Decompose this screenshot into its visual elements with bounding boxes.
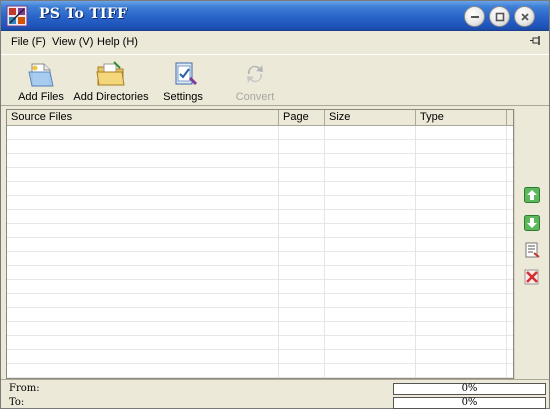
list-row: [7, 336, 513, 350]
list-row: [7, 196, 513, 210]
side-panel: [514, 109, 547, 379]
app-window: PS To TIFF File (F) View (V) Help (H) Ad…: [0, 0, 550, 409]
add-files-icon: [28, 63, 54, 87]
minimize-button[interactable]: [464, 6, 485, 27]
window-title: PS To TIFF: [39, 6, 128, 22]
app-icon: [6, 5, 28, 27]
properties-icon[interactable]: [524, 242, 540, 258]
column-divider: [324, 126, 325, 378]
status-panel: From: To: 0% 0%: [1, 379, 549, 409]
list-row: [7, 168, 513, 182]
to-progress-bar: 0%: [393, 397, 546, 409]
settings-icon: [175, 62, 198, 86]
list-rows: [7, 126, 513, 378]
list-row: [7, 266, 513, 280]
list-row: [7, 280, 513, 294]
delete-icon[interactable]: [524, 269, 540, 285]
maximize-icon: [495, 12, 504, 21]
list-row: [7, 210, 513, 224]
to-label: To:: [9, 397, 25, 408]
convert-label: Convert: [235, 91, 275, 103]
maximize-button[interactable]: [489, 6, 510, 27]
column-divider: [506, 126, 507, 378]
settings-label: Settings: [163, 91, 203, 103]
list-row: [7, 140, 513, 154]
menu-view[interactable]: View (V): [52, 36, 93, 48]
pin-icon[interactable]: [529, 35, 543, 47]
list-row: [7, 252, 513, 266]
list-row: [7, 238, 513, 252]
menu-bar: File (F) View (V) Help (H): [1, 31, 549, 53]
add-files-label: Add Files: [18, 91, 64, 103]
column-divider: [415, 126, 416, 378]
add-directories-icon: [96, 61, 125, 86]
close-button[interactable]: [514, 6, 535, 27]
close-icon: [520, 12, 529, 21]
column-page[interactable]: Page: [279, 110, 325, 126]
title-bar[interactable]: PS To TIFF: [1, 1, 549, 31]
menu-file[interactable]: File (F): [11, 36, 46, 48]
list-row: [7, 350, 513, 364]
column-divider: [278, 126, 279, 378]
list-row: [7, 126, 513, 140]
from-progress-bar: 0%: [393, 383, 546, 395]
list-row: [7, 224, 513, 238]
column-type[interactable]: Type: [416, 110, 507, 126]
column-source-files[interactable]: Source Files: [7, 110, 279, 126]
menu-help[interactable]: Help (H): [97, 36, 138, 48]
add-directories-label: Add Directories: [73, 91, 149, 103]
to-progress-text: 0%: [461, 397, 478, 408]
add-directories-button[interactable]: Add Directories: [73, 57, 149, 105]
list-row: [7, 294, 513, 308]
from-label: From:: [9, 383, 40, 394]
settings-button[interactable]: Settings: [161, 57, 205, 105]
list-row: [7, 308, 513, 322]
move-up-icon[interactable]: [524, 187, 540, 203]
list-row: [7, 154, 513, 168]
move-down-icon[interactable]: [524, 215, 540, 231]
list-row: [7, 182, 513, 196]
file-list[interactable]: Source Files Page Size Type: [6, 109, 514, 379]
column-size[interactable]: Size: [325, 110, 416, 126]
convert-button[interactable]: Convert: [234, 57, 276, 105]
add-files-button[interactable]: Add Files: [17, 57, 65, 105]
minimize-icon: [470, 15, 479, 18]
from-progress-text: 0%: [461, 383, 478, 394]
convert-icon: [247, 65, 263, 83]
list-header: Source Files Page Size Type: [7, 110, 513, 126]
toolbar: Add Files Add Directories Settings Conve…: [1, 54, 549, 106]
list-row: [7, 322, 513, 336]
list-row: [7, 364, 513, 378]
